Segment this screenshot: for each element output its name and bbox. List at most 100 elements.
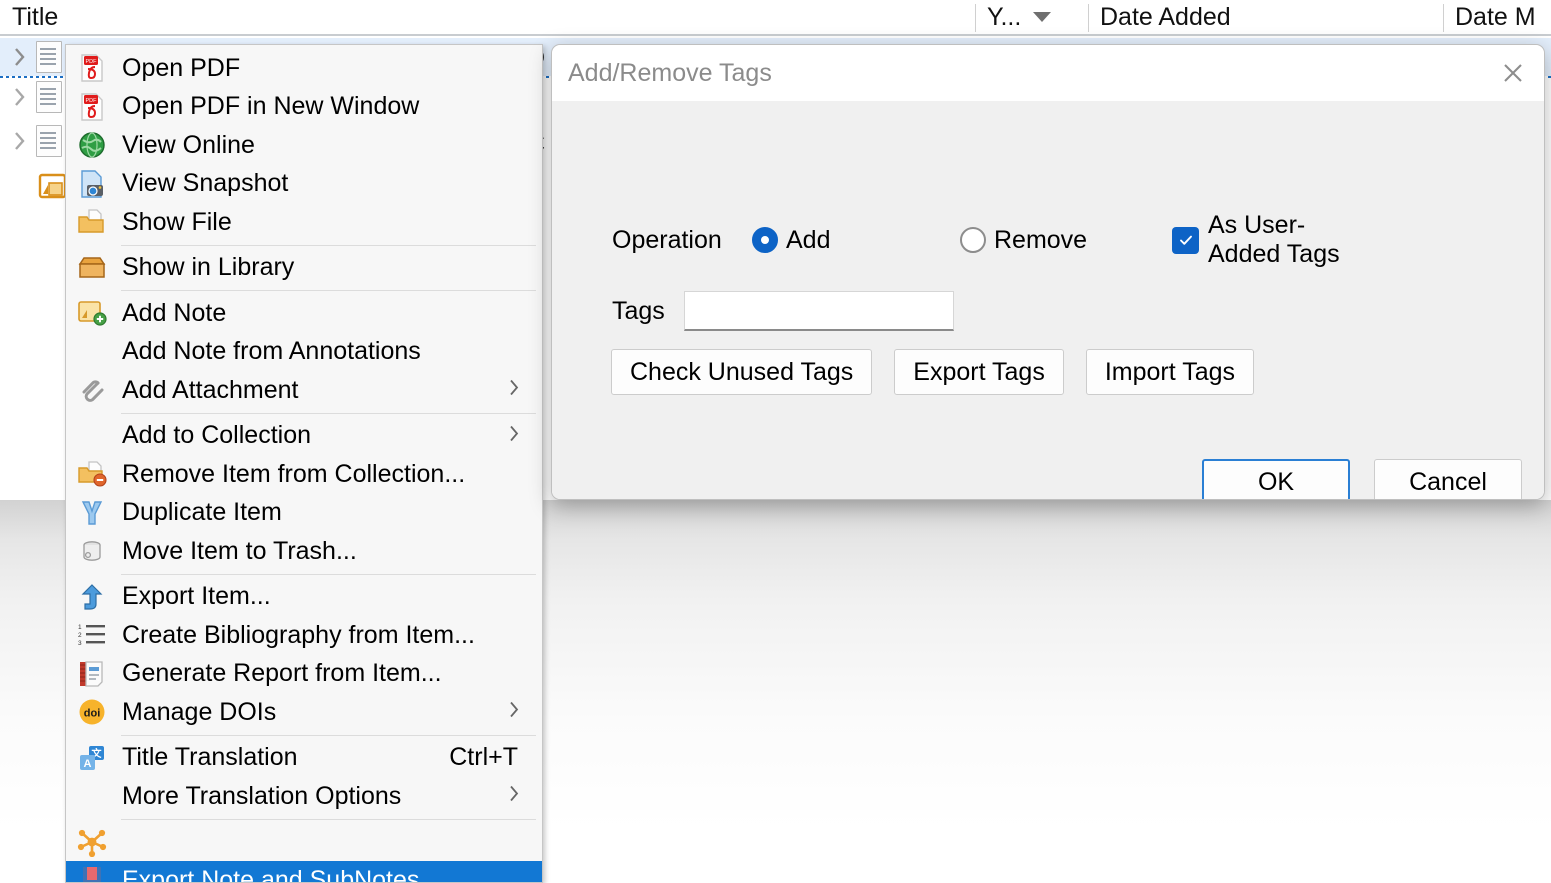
menu-item-label: Move Item to Trash...: [122, 536, 357, 565]
radio-add-label: Add: [786, 225, 831, 254]
menu-item-label: Export Note and SubNotes: [122, 865, 420, 883]
checkbox-as-user-added-tags[interactable]: As User-Added Tags: [1172, 211, 1348, 269]
menu-item-label: Add Note: [122, 298, 227, 327]
blank-icon: [76, 420, 108, 452]
column-header-year[interactable]: Y...: [975, 0, 1052, 34]
column-header-title-label: Title: [12, 2, 59, 31]
menu-separator: [121, 412, 536, 414]
column-header-date-modified[interactable]: Date M: [1443, 0, 1536, 34]
document-icon: [36, 41, 62, 73]
menu-item-move-to-trash[interactable]: Move Item to Trash...: [66, 532, 542, 571]
menu-item-add-note-from-annotations[interactable]: Add Note from Annotations: [66, 333, 542, 372]
tag-action-buttons: Check Unused Tags Export Tags Import Tag…: [611, 349, 1276, 395]
pdf-icon: PDF: [76, 52, 108, 84]
menu-item-label: Create Bibliography from Item...: [122, 620, 475, 649]
submenu-chevron-icon: [508, 376, 520, 405]
menu-item-more-translation-options[interactable]: More Translation Options: [66, 777, 542, 816]
menu-item-view-online[interactable]: View Online: [66, 126, 542, 165]
radio-remove-label: Remove: [994, 225, 1088, 254]
menu-item-title-translation[interactable]: 文 A Title Translation Ctrl+T: [66, 739, 542, 778]
expand-chevron-icon[interactable]: [8, 78, 32, 116]
report-notebook-icon: [76, 658, 108, 690]
document-icon: [36, 81, 62, 113]
column-header-title[interactable]: Title: [0, 0, 58, 34]
menu-item-label: Add to Collection: [122, 421, 312, 450]
add-remove-tags-dialog: Add/Remove Tags Operation Add Remove As …: [551, 44, 1545, 500]
svg-text:doi: doi: [84, 708, 101, 720]
column-header-date-added[interactable]: Date Added: [1088, 0, 1231, 34]
menu-separator: [121, 818, 536, 820]
import-tags-button[interactable]: Import Tags: [1085, 349, 1254, 395]
radio-remove-indicator[interactable]: [960, 227, 986, 253]
translate-icon: 文 A: [76, 742, 108, 774]
expand-chevron-icon[interactable]: [8, 38, 32, 76]
menu-item-open-pdf[interactable]: PDF Open PDF: [66, 49, 542, 88]
menu-item-generate-report[interactable]: Generate Report from Item...: [66, 655, 542, 694]
dialog-title: Add/Remove Tags: [568, 58, 772, 87]
menu-item-add-attachment[interactable]: Add Attachment: [66, 371, 542, 410]
menu-item-add-to-collection[interactable]: Add to Collection: [66, 417, 542, 456]
menu-item-export-item[interactable]: Export Item...: [66, 578, 542, 617]
dialog-title-bar[interactable]: Add/Remove Tags: [552, 45, 1544, 101]
camera-page-icon: [76, 168, 108, 200]
column-header-year-label: Y...: [987, 2, 1022, 31]
checkbox-indicator[interactable]: [1172, 226, 1199, 254]
menu-item-label: Show File: [122, 207, 232, 236]
check-unused-tags-button[interactable]: Check Unused Tags: [611, 349, 873, 395]
svg-text:PDF: PDF: [86, 59, 98, 65]
menu-item-duplicate[interactable]: Duplicate Item: [66, 494, 542, 533]
menu-separator: [121, 244, 536, 246]
radio-add[interactable]: Add: [752, 226, 926, 255]
menu-item-show-in-library[interactable]: Show in Library: [66, 249, 542, 288]
svg-text:1: 1: [78, 624, 82, 631]
menu-item-create-bibliography[interactable]: 1 2 3 Create Bibliography from Item...: [66, 616, 542, 655]
menu-separator: [121, 573, 536, 575]
note-add-icon: [76, 297, 108, 329]
tag-bookmark-icon: [76, 864, 108, 882]
menu-item-add-remove-tags[interactable]: Export Note and SubNotes: [66, 861, 542, 883]
menu-item-label: Open PDF in New Window: [122, 92, 420, 121]
blank-icon: [76, 336, 108, 368]
menu-item-show-file[interactable]: Show File: [66, 203, 542, 242]
tags-row: Tags: [612, 291, 954, 331]
menu-item-manage-dois[interactable]: doi Manage DOIs: [66, 693, 542, 732]
duplicate-icon: [76, 497, 108, 529]
menu-item-label: More Translation Options: [122, 781, 402, 810]
tags-label: Tags: [612, 296, 665, 325]
tags-input[interactable]: [684, 291, 954, 331]
table-column-header: Title Y... Date Added Date M: [0, 0, 1551, 36]
svg-text:A: A: [84, 758, 92, 770]
submenu-chevron-icon: [508, 421, 520, 450]
menu-item-label: Export Item...: [122, 582, 271, 611]
menu-item-view-snapshot[interactable]: View Snapshot: [66, 165, 542, 204]
item-context-menu[interactable]: PDF Open PDF PDF Open PDF in New Window: [65, 44, 543, 883]
radio-add-indicator[interactable]: [752, 227, 778, 253]
blank-icon: [76, 780, 108, 812]
doi-icon: doi: [76, 696, 108, 728]
menu-item-label: View Online: [122, 130, 255, 159]
snapshot-icon: [38, 172, 68, 202]
radio-remove[interactable]: Remove: [960, 226, 1134, 255]
menu-separator: [121, 290, 536, 291]
sort-descending-icon: [1033, 12, 1052, 22]
cancel-button[interactable]: Cancel: [1374, 459, 1522, 499]
paperclip-icon: [76, 374, 108, 406]
close-icon[interactable]: [1482, 45, 1544, 101]
menu-item-open-pdf-new-window[interactable]: PDF Open PDF in New Window: [66, 88, 542, 127]
menu-item-label: Remove Item from Collection...: [122, 459, 466, 488]
menu-item-label: Duplicate Item: [122, 498, 282, 527]
menu-item-label: View Snapshot: [122, 169, 289, 198]
menu-item-label: Open PDF: [122, 53, 241, 82]
menu-item-remove-from-collection[interactable]: Remove Item from Collection...: [66, 455, 542, 494]
dialog-footer-buttons: OK Cancel: [1178, 459, 1522, 499]
expand-chevron-icon[interactable]: [8, 122, 32, 160]
menu-item-add-note[interactable]: Add Note: [66, 294, 542, 333]
menu-item-label: Add Attachment: [122, 375, 299, 404]
trash-icon: [76, 535, 108, 567]
svg-text:PDF: PDF: [86, 98, 98, 104]
ok-button[interactable]: OK: [1202, 459, 1350, 499]
menu-item-export-note-and-subnotes[interactable]: [66, 823, 542, 862]
menu-item-label: Show in Library: [122, 253, 295, 282]
document-icon: [36, 125, 62, 157]
export-tags-button[interactable]: Export Tags: [894, 349, 1064, 395]
